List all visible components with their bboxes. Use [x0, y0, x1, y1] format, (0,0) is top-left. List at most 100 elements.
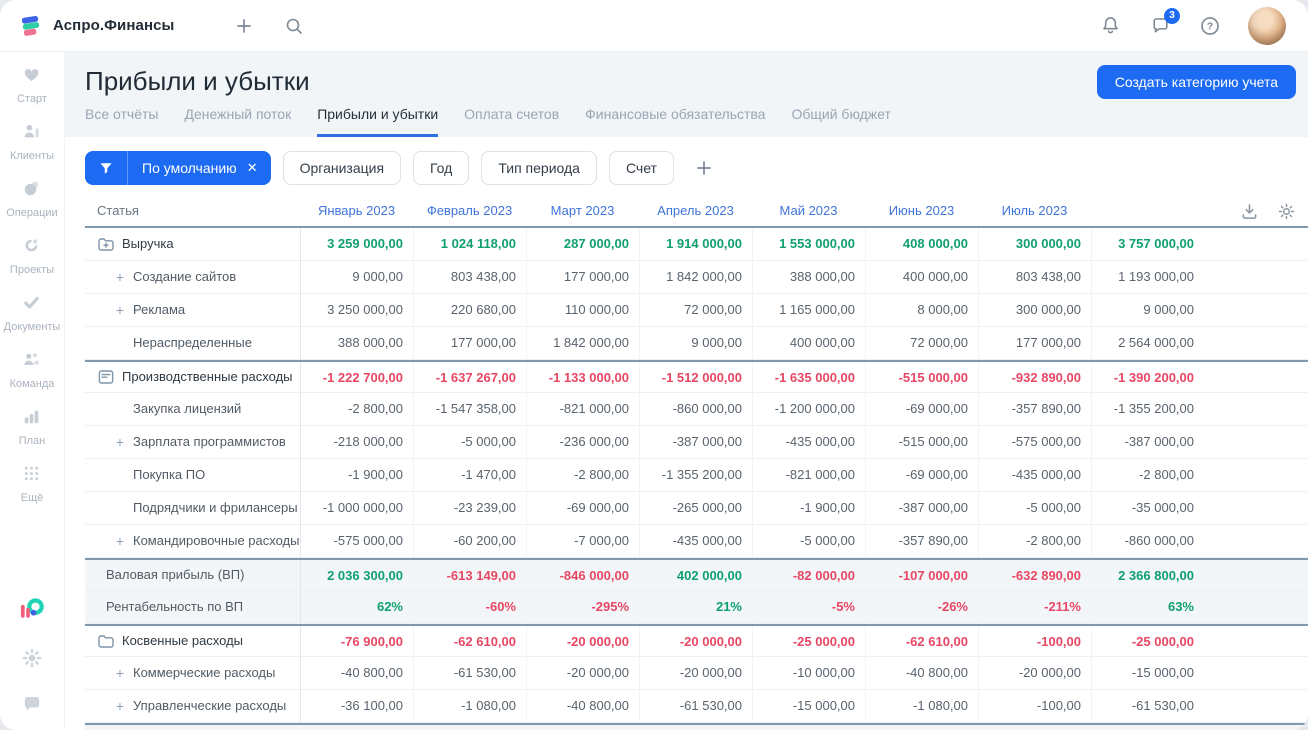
filter-chip-2[interactable]: Тип периода [481, 151, 597, 185]
sidebar-item-more[interactable]: Ещё [4, 464, 61, 504]
doc-lines-icon[interactable] [97, 368, 115, 386]
sidebar-item-operations[interactable]: Операции [4, 179, 61, 219]
create-category-button[interactable]: Создать категорию учета [1096, 65, 1296, 99]
table-row: Закупка лицензий -2 800,00 -1 547 358,00 -8… [85, 393, 1308, 426]
cell-value: -236 000,00 [526, 426, 639, 458]
cell-value: 1 914 000,00 [639, 228, 752, 260]
cell-value: 9 000,00 [639, 327, 752, 359]
cell-value: 72 000,00 [639, 294, 752, 326]
column-header-month: Апрель 2023 [657, 203, 734, 218]
cell-value: -2 800,00 [526, 459, 639, 491]
expand-plus-icon[interactable]: + [114, 426, 126, 458]
table-row[interactable]: + Командировочные расходы -575 000,00 -60 2… [85, 525, 1308, 558]
filter-clear-icon[interactable]: ✕ [245, 151, 271, 185]
search-icon[interactable] [282, 14, 306, 38]
tab-1[interactable]: Денежный поток [184, 106, 291, 137]
sidebar-item-plan[interactable]: План [4, 407, 61, 447]
bell-icon[interactable] [1098, 14, 1122, 38]
settings-gear-icon[interactable] [20, 646, 44, 670]
filter-preset-chip[interactable]: По умолчанию ✕ [85, 151, 271, 185]
column-header-month: Февраль 2023 [426, 203, 513, 218]
chat-icon[interactable]: 3 [1148, 7, 1180, 38]
cell-value: 1 842 000,00 [639, 261, 752, 293]
row-label-cell: Подрядчики и фрилансеры [85, 492, 300, 524]
expand-plus-icon[interactable]: + [114, 525, 126, 557]
cell-value: 400 000,00 [752, 327, 865, 359]
add-icon[interactable] [232, 14, 256, 38]
help-icon[interactable]: ? [1198, 14, 1222, 38]
row-label-cell: Покупка ПО [85, 459, 300, 491]
cell-value: -61 530,00 [413, 657, 526, 689]
cell-value: -265 000,00 [639, 492, 752, 524]
cell-value: -20 000,00 [526, 657, 639, 689]
main-content: Прибыли и убытки Создать категорию учета… [65, 52, 1308, 730]
cell-value: -1 200 000,00 [752, 393, 865, 425]
cell-value: -1 900,00 [752, 492, 865, 524]
table-row[interactable]: Выручка 3 259 000,00 1 024 118,00 287 000,0… [85, 228, 1308, 261]
cell-value: -357 890,00 [865, 525, 978, 557]
cell-value: -25 000,00 [1091, 626, 1204, 656]
sidebar-item-start[interactable]: Старт [4, 65, 61, 105]
cell-value: 1 553 000,00 [752, 228, 865, 260]
cell-value: -1 000 000,00 [300, 492, 413, 524]
row-label-cell: + Управленческие расходы [85, 690, 300, 722]
cell-value: 1 193 000,00 [1091, 261, 1204, 293]
filter-chip-1[interactable]: Год [413, 151, 470, 185]
sidebar-item-clients[interactable]: Клиенты [4, 122, 61, 162]
table-settings-gear-icon[interactable] [1276, 201, 1296, 221]
cell-value: -10 000,00 [752, 657, 865, 689]
folder-plus-icon[interactable] [97, 235, 115, 253]
add-filter-icon[interactable] [692, 156, 716, 180]
filter-chip-3[interactable]: Счет [608, 151, 674, 185]
row-label-cell: Косвенные расходы [85, 626, 300, 656]
cell-value: -69 000,00 [865, 393, 978, 425]
sidebar-item-documents[interactable]: Документы [4, 293, 60, 333]
column-header-month: Май 2023 [779, 203, 838, 218]
tab-4[interactable]: Финансовые обязательства [585, 106, 765, 137]
cell-value: 3 757 000,00 [1091, 228, 1204, 260]
tab-3[interactable]: Оплата счетов [464, 106, 559, 137]
table-row[interactable]: Косвенные расходы -76 900,00 -62 610,00 -20… [85, 624, 1308, 657]
app-window: Аспро.Финансы 3 ? Старт Клиенты Операции Пр… [0, 0, 1308, 730]
table-row[interactable]: + Зарплата программистов -218 000,00 -5 000… [85, 426, 1308, 459]
cell-value: -2 800,00 [978, 525, 1091, 557]
aspro-suite-logo-icon[interactable] [17, 594, 47, 624]
row-label-cell: Нераспределенные [85, 327, 300, 359]
tab-0[interactable]: Все отчёты [85, 106, 158, 137]
filter-chip-0[interactable]: Организация [282, 151, 402, 185]
table-row[interactable]: + Управленческие расходы -36 100,00 -1 080,… [85, 690, 1308, 723]
tab-5[interactable]: Общий бюджет [791, 106, 890, 137]
expand-plus-icon[interactable]: + [114, 294, 126, 326]
expand-plus-icon[interactable]: + [114, 261, 126, 293]
folder-icon[interactable] [97, 632, 115, 650]
cell-value: -821 000,00 [752, 459, 865, 491]
sidebar-item-projects[interactable]: Проекты [4, 236, 61, 276]
table-row: Покупка ПО -1 900,00 -1 470,00 -2 800,00 -1 … [85, 459, 1308, 492]
download-icon[interactable] [1239, 201, 1259, 221]
table-row-partial [85, 723, 1308, 730]
user-avatar[interactable] [1248, 6, 1286, 45]
team-icon [22, 350, 41, 374]
table-row[interactable]: + Создание сайтов 9 000,00 803 438,00 177 00… [85, 261, 1308, 294]
cell-value: -60 200,00 [413, 525, 526, 557]
cell-value: -5 000,00 [752, 525, 865, 557]
sidebar-item-team[interactable]: Команда [4, 350, 61, 390]
table-row[interactable]: Производственные расходы -1 222 700,00 -1 … [85, 360, 1308, 393]
cell-value: -7 000,00 [526, 525, 639, 557]
cell-value: -60% [413, 591, 526, 623]
tab-2[interactable]: Прибыли и убытки [317, 106, 439, 137]
cell-value: 803 438,00 [978, 261, 1091, 293]
column-header-month: Январь 2023 [317, 203, 396, 218]
expand-plus-icon[interactable]: + [114, 690, 126, 722]
funnel-icon[interactable] [85, 151, 128, 185]
expand-plus-icon[interactable]: + [114, 657, 126, 689]
cell-value: -860 000,00 [639, 393, 752, 425]
feedback-chat-icon[interactable] [20, 692, 44, 716]
table-row[interactable]: + Реклама 3 250 000,00 220 680,00 110 000,00… [85, 294, 1308, 327]
cell-value: -435 000,00 [978, 459, 1091, 491]
table-row[interactable]: + Коммерческие расходы -40 800,00 -61 530,0… [85, 657, 1308, 690]
cell-value: 408 000,00 [865, 228, 978, 260]
cell-value: 9 000,00 [300, 261, 413, 293]
cell-value: -387 000,00 [865, 492, 978, 524]
cell-value: -435 000,00 [639, 525, 752, 557]
